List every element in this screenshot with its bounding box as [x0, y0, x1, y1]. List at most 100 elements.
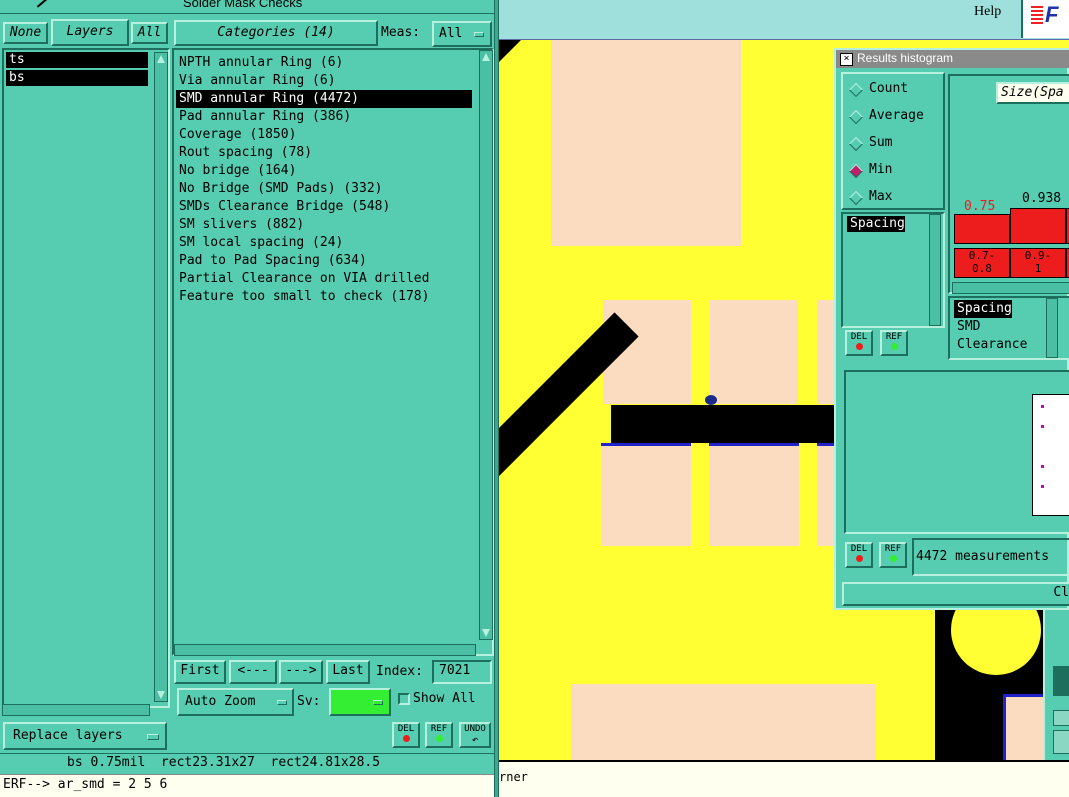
mode-label: Sum [869, 135, 893, 150]
ref-button[interactable]: REF [425, 722, 453, 748]
edge-button[interactable] [1053, 710, 1069, 726]
sv-color-dropdown[interactable] [329, 688, 391, 716]
command-line[interactable]: ERF--> ar_smd = 2 5 6 [0, 774, 496, 797]
edge-button[interactable] [1053, 666, 1069, 696]
layer-item-ts[interactable]: ts [6, 52, 148, 68]
category-item[interactable]: Rout spacing (78) [176, 144, 472, 162]
category-item[interactable]: SMD annular Ring (4472) [176, 90, 472, 108]
meas-value: All [439, 26, 463, 41]
index-value: 7021 [439, 663, 471, 678]
radio-diamond-icon [848, 109, 864, 125]
window-title: Solder Mask Checks [183, 0, 303, 10]
layer-item-bs[interactable]: bs [6, 70, 148, 86]
category-item[interactable]: Via annular Ring (6) [176, 72, 472, 90]
mode-radio-average[interactable]: Average [848, 107, 939, 127]
del-button[interactable]: DEL [392, 722, 420, 748]
category-item[interactable]: Coverage (1850) [176, 126, 472, 144]
index-input[interactable]: 7021 [432, 660, 492, 684]
preview-del-button[interactable]: DEL [845, 542, 873, 568]
scroll-up-icon[interactable] [482, 53, 490, 61]
green-dot-icon [435, 735, 443, 742]
range-label: 0.9- 1 [1010, 248, 1066, 278]
last-button[interactable]: Last [326, 660, 370, 684]
categories-header[interactable]: Categories (14) [174, 20, 378, 46]
logo-text: F [1045, 2, 1059, 27]
red-dot-icon [855, 343, 863, 350]
categories-horizontal-scrollbar[interactable] [174, 644, 476, 656]
auto-zoom-dropdown[interactable]: Auto Zoom [177, 688, 294, 716]
histogram-bar [954, 214, 1010, 244]
field-item-spacing[interactable]: Spacing [847, 216, 905, 232]
group-list[interactable]: Spacing SMD Clearance [948, 296, 1069, 360]
histogram-titlebar: × Results histogram [836, 50, 1069, 68]
size-header[interactable]: Size(Spa [996, 82, 1069, 104]
close-window-icon[interactable]: × [840, 53, 853, 66]
layers-horizontal-scrollbar[interactable] [2, 704, 150, 716]
group-item-smd[interactable]: SMD [954, 318, 1027, 336]
first-button[interactable]: First [174, 660, 226, 684]
histogram-chart: Size(Spa 0.75 0.938 0.7- 0.8 0.9- 1 [948, 74, 1069, 294]
prev-button[interactable]: <--- [229, 660, 277, 684]
dropdown-icon [373, 700, 383, 705]
pad [710, 300, 798, 404]
canvas-status-text: rner [499, 770, 528, 784]
histogram-close-button[interactable]: Cl [842, 582, 1069, 606]
histogram-ref-button[interactable]: REF [880, 330, 908, 356]
layers-button[interactable]: Layers [51, 19, 129, 46]
scroll-down-icon[interactable] [482, 629, 490, 637]
mode-radio-count[interactable]: Count [848, 80, 939, 100]
pad [551, 40, 741, 246]
histogram-horizontal-scrollbar[interactable] [952, 282, 1069, 294]
group-list-scrollbar[interactable] [1046, 298, 1058, 358]
category-item[interactable]: Pad to Pad Spacing (634) [176, 252, 472, 270]
scroll-up-icon[interactable] [157, 55, 165, 63]
categories-list[interactable]: NPTH annular Ring (6) Via annular Ring (6… [172, 48, 494, 656]
scroll-down-icon[interactable] [157, 691, 165, 699]
edge-button[interactable] [1053, 730, 1069, 754]
meas-dropdown[interactable]: All [432, 21, 492, 47]
marker-dot [1041, 485, 1044, 488]
layers-vertical-scrollbar[interactable] [154, 52, 168, 702]
group-item-spacing[interactable]: Spacing [954, 300, 1012, 318]
category-item[interactable]: No bridge (164) [176, 162, 472, 180]
field-list[interactable]: Spacing [841, 212, 945, 328]
top-menu-bar: Help F [499, 0, 1069, 40]
none-button[interactable]: None [3, 22, 48, 44]
mode-radio-max[interactable]: Max [848, 188, 939, 208]
help-menu[interactable]: Help [974, 4, 1001, 20]
category-item[interactable]: SMDs Clearance Bridge (548) [176, 198, 472, 216]
field-list-scrollbar[interactable] [929, 214, 941, 326]
category-item[interactable]: Partial Clearance on VIA drilled [176, 270, 472, 288]
category-item[interactable]: SM local spacing (24) [176, 234, 472, 252]
canvas-status-bar: rner [499, 760, 1069, 797]
undo-button[interactable]: UNDO ↶ [459, 722, 491, 748]
all-layers-button[interactable]: All [131, 22, 168, 44]
mode-radio-min[interactable]: Min [848, 161, 939, 181]
radio-diamond-icon [848, 163, 864, 179]
replace-layers-dropdown[interactable]: Replace layers [3, 722, 167, 750]
auto-zoom-label: Auto Zoom [185, 694, 256, 709]
green-dot-icon [889, 555, 897, 562]
range-label: 0.7- 0.8 [954, 248, 1010, 278]
categories-vertical-scrollbar[interactable] [479, 50, 493, 640]
mode-radio-sum[interactable]: Sum [848, 134, 939, 154]
group-item-clearance[interactable]: Clearance [954, 336, 1027, 354]
measure-status-bar: bs 0.75mil rect23.31x27 rect24.81x28.5 [0, 753, 496, 773]
background-window-edge [1043, 610, 1069, 760]
histogram-del-button[interactable]: DEL [845, 330, 873, 356]
preview-ref-button[interactable]: REF [879, 542, 907, 568]
preview-thumbnail [1032, 394, 1069, 516]
category-item[interactable]: Feature too small to check (178) [176, 288, 472, 306]
next-button[interactable]: ---> [279, 660, 323, 684]
category-item[interactable]: NPTH annular Ring (6) [176, 54, 472, 72]
category-item[interactable]: SM slivers (882) [176, 216, 472, 234]
category-item[interactable]: No Bridge (SMD Pads) (332) [176, 180, 472, 198]
show-all-checkbox[interactable] [398, 693, 410, 705]
category-item[interactable]: Pad annular Ring (386) [176, 108, 472, 126]
mode-label: Count [869, 81, 909, 96]
dropdown-icon [147, 734, 159, 740]
layers-list[interactable]: ts bs [2, 48, 170, 708]
mode-radio-group: Count Average Sum Min Max [841, 72, 945, 210]
replace-layers-label: Replace layers [13, 728, 123, 743]
measurements-count: 4472 measurements [912, 538, 1069, 576]
